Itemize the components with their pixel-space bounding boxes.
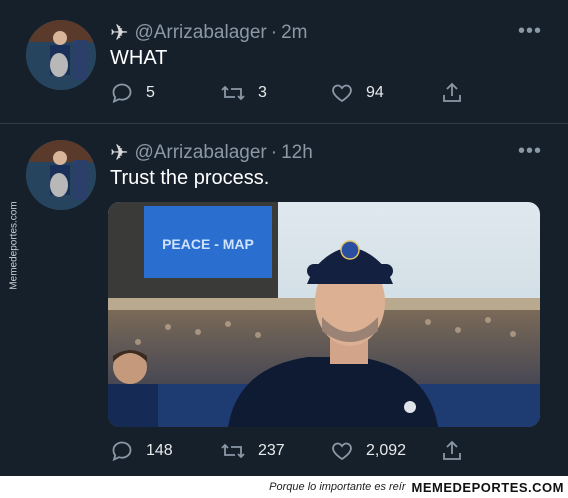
tweet-header: ✈ @Arrizabalager · 2m: [110, 20, 307, 46]
reply-count: 5: [146, 84, 155, 101]
tweet-timestamp[interactable]: 2m: [281, 22, 307, 44]
airplane-icon: ✈: [110, 20, 129, 45]
retweet-count: 237: [258, 442, 285, 459]
like-count: 94: [366, 84, 384, 101]
reply-count: 148: [146, 442, 173, 459]
like-count: 2,092: [366, 442, 407, 459]
like-button[interactable]: 2,092: [330, 439, 406, 463]
user-handle[interactable]: @Arrizabalager: [134, 22, 266, 44]
reply-button[interactable]: 5: [110, 81, 155, 105]
share-icon: [443, 440, 461, 460]
separator-dot: ·: [270, 22, 278, 43]
heart-icon: [332, 442, 352, 461]
reply-icon: [112, 441, 132, 462]
tweet-text: Trust the process.: [110, 167, 270, 189]
tweet-header: ✈ @Arrizabalager · 12h: [110, 140, 313, 166]
tweet-1[interactable]: ✈ @Arrizabalager · 2m ••• WHAT 5 3 94: [0, 0, 568, 123]
airplane-icon: ✈: [110, 140, 129, 165]
more-options-icon[interactable]: •••: [518, 140, 542, 163]
like-button[interactable]: 94: [330, 81, 384, 105]
retweet-button[interactable]: 3: [220, 81, 267, 105]
share-button[interactable]: [440, 439, 476, 463]
share-icon: [443, 82, 461, 102]
side-watermark-text: Memedeportes.com: [8, 200, 20, 290]
tweet-photo[interactable]: PEACE - MAP: [108, 202, 540, 427]
retweet-button[interactable]: 237: [220, 439, 285, 463]
more-options-icon[interactable]: •••: [518, 20, 542, 43]
reply-button[interactable]: 148: [110, 439, 173, 463]
retweet-icon: [221, 85, 245, 101]
side-watermark: Memedeportes.com: [4, 190, 24, 300]
retweet-count: 3: [258, 84, 267, 101]
footer-brand[interactable]: MEMEDEPORTES.COM: [412, 480, 564, 495]
user-handle[interactable]: @Arrizabalager: [134, 142, 266, 164]
reply-icon: [112, 83, 132, 104]
heart-icon: [332, 84, 352, 103]
avatar[interactable]: [26, 140, 96, 210]
avatar[interactable]: [26, 20, 96, 90]
share-button[interactable]: [440, 81, 476, 105]
footer-tagline: Porque lo importante es reír: [269, 481, 406, 493]
banner-text: PEACE - MAP: [162, 236, 254, 252]
tweet-text: WHAT: [110, 47, 168, 69]
separator-dot: ·: [270, 142, 278, 163]
footer-banner: Porque lo importante es reír MEMEDEPORTE…: [0, 476, 568, 498]
retweet-icon: [221, 443, 245, 459]
tweet-timestamp[interactable]: 12h: [281, 142, 313, 164]
